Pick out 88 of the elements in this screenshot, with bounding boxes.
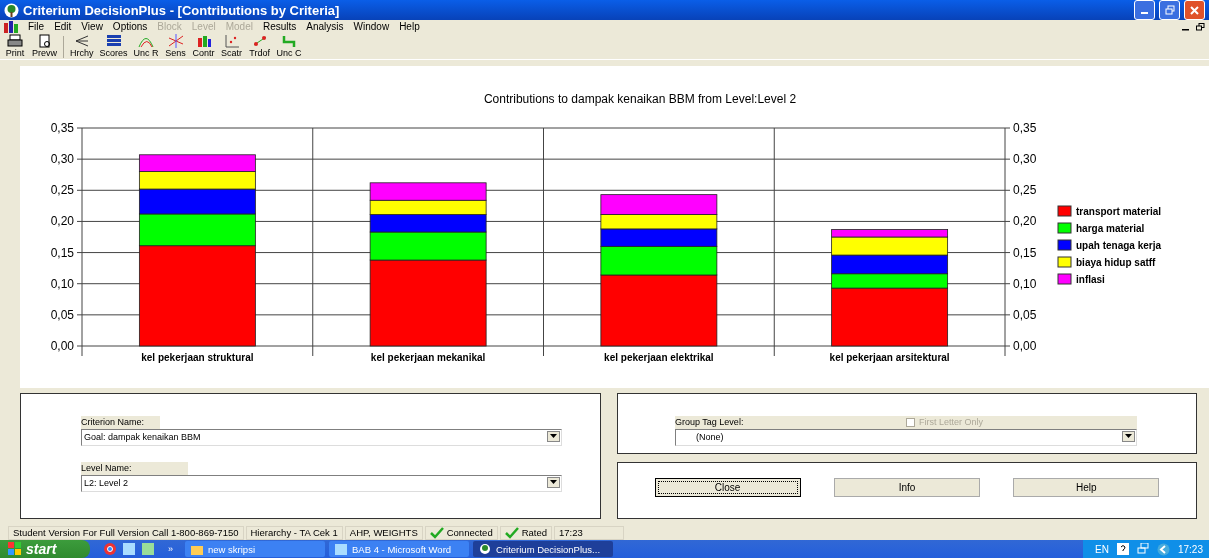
legend-label: upah tenaga kerja <box>1076 239 1162 251</box>
legend-label: inflasi <box>1076 273 1105 285</box>
axis-tick-label: 0,00 <box>50 338 74 353</box>
checkbox-label: First Letter Only <box>919 417 983 428</box>
axis-tick-label: 0,25 <box>1013 182 1037 197</box>
axis-tick-label: 0,35 <box>1013 120 1037 135</box>
dialog-button[interactable]: Close <box>654 477 801 497</box>
field-label: Level Name: <box>81 461 188 475</box>
toolbar-button[interactable]: Trdof <box>248 33 271 58</box>
close-icon <box>1190 5 1199 15</box>
status-cell: Hierarchy - TA Cek 1 <box>245 525 343 540</box>
document-icon <box>335 543 347 555</box>
axis-tick-label: 0,05 <box>50 307 74 322</box>
close-button[interactable] <box>1184 0 1205 20</box>
axis-tick-label: 0,20 <box>50 214 74 228</box>
minimize-button[interactable] <box>1134 0 1155 20</box>
app-menu-icon[interactable] <box>4 20 18 33</box>
menu-item[interactable]: Options <box>112 21 148 33</box>
dialog-button[interactable]: Info <box>834 477 980 497</box>
category-label: kel pekerjaan arsitektural <box>829 351 950 363</box>
taskbar-button[interactable]: Criterium DecisionPlus... <box>473 541 613 557</box>
folder-icon <box>191 543 203 555</box>
step-icon <box>281 33 298 48</box>
axis-tick-label: 0,00 <box>1013 338 1037 353</box>
check-icon <box>429 526 444 539</box>
legend-label: harga material <box>1076 222 1145 234</box>
category-label: kel pekerjaan elektrikal <box>604 351 714 363</box>
toolbar-button[interactable]: Contr <box>192 33 215 58</box>
menu-item[interactable]: Analysis <box>306 21 344 33</box>
browser-icon[interactable] <box>104 543 116 555</box>
window-title: Criterium DecisionPlus - [Contributions by Criteria] <box>23 2 341 18</box>
menu-item[interactable]: Help <box>399 21 420 33</box>
help-icon[interactable] <box>1116 543 1129 555</box>
toolbar-button[interactable]: Unc R <box>133 33 159 58</box>
restore-icon[interactable] <box>1196 22 1205 31</box>
toolbar-button[interactable]: Print <box>4 33 26 58</box>
crossing-lines-icon <box>167 33 184 48</box>
clock: 17:23 <box>1177 543 1203 555</box>
toolbar-button[interactable]: Scatr <box>220 33 243 58</box>
axis-tick-label: 0,10 <box>50 276 74 291</box>
axis-tick-label: 0,05 <box>1013 307 1037 322</box>
check-icon <box>504 526 519 539</box>
hierarchy-icon <box>73 33 90 48</box>
axis-tick-label: 0,15 <box>50 245 74 260</box>
menu-item[interactable]: View <box>81 21 103 33</box>
printer-icon <box>7 33 23 48</box>
taskbar-button[interactable]: BAB 4 - Microsoft Word <box>329 541 469 557</box>
status-cell: AHP, WEIGHTS <box>344 525 423 540</box>
axis-tick-label: 0,30 <box>50 151 74 166</box>
start-button[interactable]: start <box>0 540 90 558</box>
menu-item[interactable]: Results <box>262 21 297 33</box>
chart-title: Contributions to dampak kenaikan BBM from Level:Level 2 <box>483 91 797 106</box>
axis-tick-label: 0,20 <box>1013 214 1037 228</box>
dialog-button[interactable]: Help <box>1013 477 1160 497</box>
status-text: Rated <box>521 527 548 539</box>
axis-tick-label: 0,30 <box>1013 151 1037 166</box>
axis-tick-label: 0,15 <box>1013 245 1037 260</box>
stacked-bars-icon <box>195 33 212 48</box>
menu-item[interactable]: Window <box>353 21 390 33</box>
menu-item[interactable]: Edit <box>54 21 72 33</box>
criterion-dropdown[interactable]: Goal: dampak kenaikan BBM <box>81 428 562 446</box>
more-chevron[interactable]: » <box>168 544 173 554</box>
menu-item[interactable]: File <box>28 21 45 33</box>
bars-icon <box>105 33 122 48</box>
toolbar-button[interactable]: Scores <box>99 33 128 58</box>
axis-tick-label: 0,35 <box>50 120 74 135</box>
toolbar-button[interactable]: Unc C <box>276 33 302 58</box>
scatter-icon <box>223 33 240 48</box>
toolbar-button[interactable]: Sens <box>164 33 187 58</box>
field-label: Criterion Name: <box>81 415 160 429</box>
axis-tick-label: 0,10 <box>1013 276 1037 291</box>
restore-button[interactable] <box>1159 0 1180 20</box>
axis-tick-label: 0,25 <box>50 182 74 197</box>
legend-label: biaya hidup satff <box>1076 256 1156 268</box>
status-text: Connected <box>446 527 493 539</box>
tradeoff-icon <box>251 33 268 48</box>
restore-icon <box>1164 5 1175 15</box>
legend-label: transport material <box>1076 205 1162 217</box>
taskbar-button[interactable]: new skripsi <box>185 541 325 557</box>
status-cell: 17:23 <box>554 525 625 540</box>
page-preview-icon <box>36 33 53 48</box>
toolbar-button[interactable]: Prevw <box>32 33 57 58</box>
toolbar-button[interactable]: Hrchy <box>70 33 94 58</box>
category-label: kel pekerjaan struktural <box>141 351 254 363</box>
status-cell: Student Version For Full Version Call 1-800-869-7150 <box>8 525 244 540</box>
category-label: kel pekerjaan mekanikal <box>370 351 486 363</box>
windows-flag-icon <box>8 542 22 556</box>
level-dropdown[interactable]: L2: Level 2 <box>81 474 562 492</box>
